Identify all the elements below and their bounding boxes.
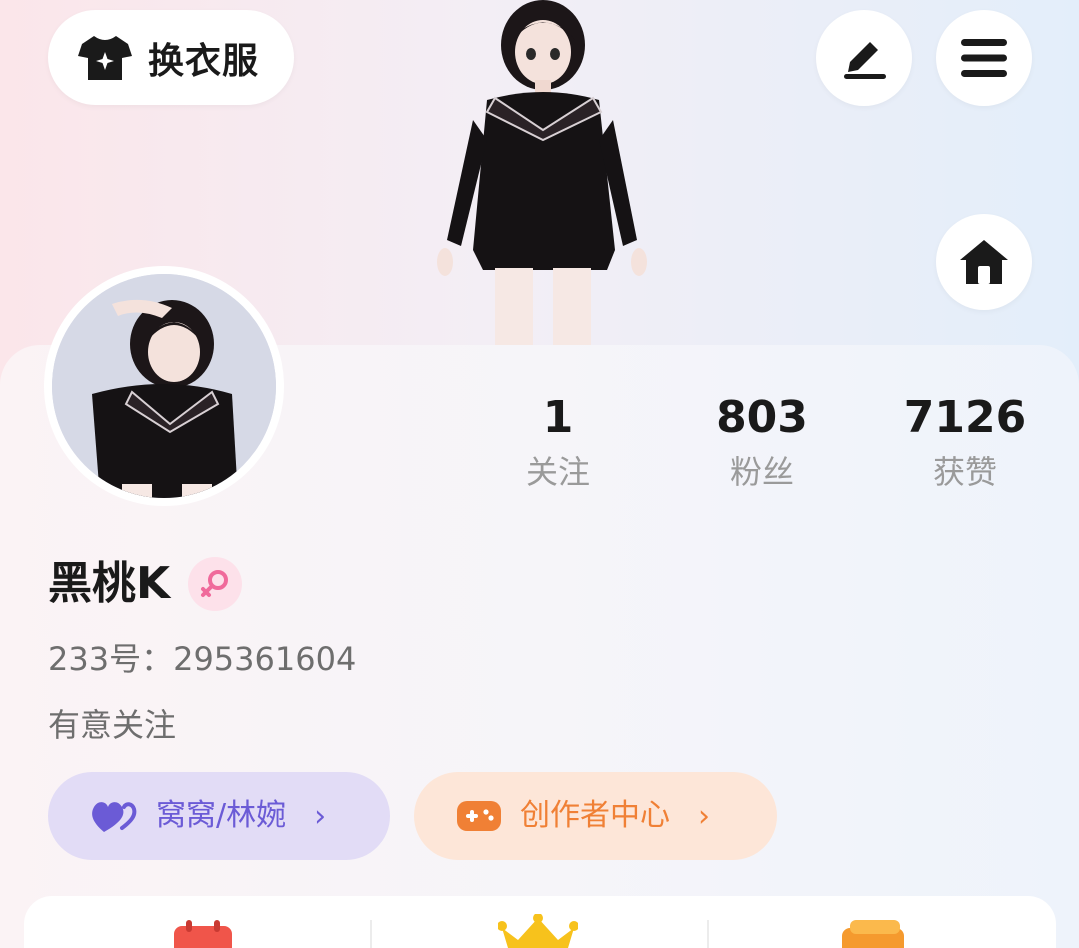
following-label: 关注	[525, 453, 590, 491]
female-icon	[201, 570, 229, 597]
stat-likes[interactable]: 7126 获赞	[865, 392, 1065, 492]
user-id: 233号：295361604	[48, 640, 357, 678]
relation-button[interactable]: 窝窝/林婉 ›	[48, 772, 390, 860]
likes-label: 获赞	[932, 453, 997, 491]
change-outfit-button[interactable]: 换衣服	[48, 10, 294, 105]
name-row: 黑桃K	[48, 556, 243, 612]
user-bio: 有意关注	[48, 706, 177, 744]
menu-button[interactable]	[936, 10, 1032, 106]
stat-following[interactable]: 1 关注	[458, 392, 658, 492]
creator-center-label: 创作者中心	[520, 798, 670, 833]
menu-icon	[961, 39, 1007, 77]
divider	[707, 920, 709, 948]
gender-badge	[188, 557, 243, 611]
home-button[interactable]	[936, 214, 1032, 310]
shirt-icon	[78, 35, 132, 80]
pen-icon	[844, 42, 886, 79]
likes-count: 7126	[903, 392, 1027, 443]
hearts-icon	[92, 802, 137, 832]
divider	[370, 920, 372, 948]
gamepad-icon	[457, 801, 501, 831]
fans-label: 粉丝	[729, 453, 794, 491]
crown-icon[interactable]	[498, 914, 578, 948]
following-count: 1	[542, 392, 574, 443]
stats-row: 1 关注 803 粉丝 7126 获赞	[0, 392, 1079, 502]
chevron-right-icon: ›	[698, 798, 710, 834]
chevron-right-icon: ›	[314, 798, 327, 834]
character-figure	[437, 0, 647, 345]
stat-fans[interactable]: 803 粉丝	[662, 392, 862, 492]
features-card	[24, 896, 1056, 948]
calendar-icon[interactable]	[172, 918, 234, 948]
fans-count: 803	[716, 392, 808, 443]
edit-button[interactable]	[816, 10, 912, 106]
creator-center-button[interactable]: 创作者中心 ›	[414, 772, 777, 860]
username: 黑桃K	[48, 558, 171, 609]
change-outfit-label: 换衣服	[148, 40, 260, 82]
home-icon	[960, 240, 1008, 284]
relation-label: 窝窝/林婉	[156, 798, 287, 833]
card-icon[interactable]	[838, 918, 906, 948]
